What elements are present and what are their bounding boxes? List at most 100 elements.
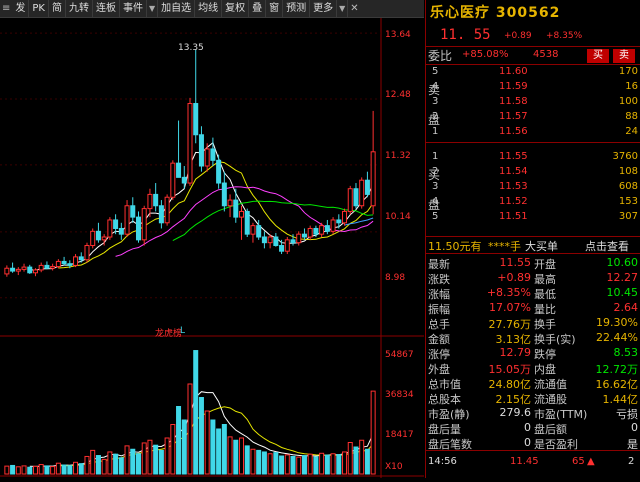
stats-row: 盘后笔数 0 是否盈利 是 — [426, 436, 640, 451]
toolbar-btn-pk[interactable]: PK — [29, 0, 49, 17]
volume-bar — [15, 466, 21, 475]
candle-body — [55, 260, 61, 268]
stat-value: +0.89 — [497, 271, 531, 284]
toolbar-btn-jiuzhuan[interactable]: 九转 — [66, 0, 93, 17]
sell-level-2[interactable]: 2 11.57 88 — [426, 110, 640, 125]
candle-body — [38, 264, 44, 271]
toolbar-btn-shijian[interactable]: 事件 — [120, 0, 147, 17]
tick-vol: 65 — [572, 456, 585, 467]
volume-bar — [27, 466, 33, 475]
stat-label: 最低 — [534, 288, 556, 301]
buy-price: 11.51 — [499, 211, 528, 222]
stat-value: 亏损 — [616, 408, 638, 421]
buy-level-3[interactable]: 3 11.53 608 — [426, 180, 640, 195]
stat-value: 3.13亿 — [495, 333, 532, 346]
order-ratio-row: 委比 +85.08% 4538 买 卖 — [426, 46, 640, 65]
sell-button[interactable]: 卖 — [613, 49, 635, 63]
stat-label: 跌停 — [534, 348, 556, 361]
sell-level-5[interactable]: 5 11.60 170 — [426, 65, 640, 80]
volume-bar — [347, 442, 353, 475]
toolbar-btn-adjust[interactable]: 复权 — [222, 0, 250, 17]
volume-bar — [61, 464, 67, 475]
toolbar-btn-forecast[interactable]: 预测 — [283, 0, 311, 17]
toolbar-btn-fa[interactable]: 发 — [12, 0, 30, 17]
kline-chart[interactable] — [0, 18, 424, 478]
volume-bar — [95, 455, 101, 475]
candle-body — [15, 268, 21, 272]
candle-body — [221, 182, 227, 207]
candle-body — [336, 219, 342, 224]
toolbar-btn-ma[interactable]: 均线 — [195, 0, 223, 17]
chart-area[interactable]: 13.64 12.48 11.32 10.14 8.98 13.35 龙虎榜 L… — [0, 18, 424, 478]
stat-label: 外盘 — [428, 363, 450, 376]
stat-value: 10.60 — [606, 256, 639, 269]
stat-value: 0 — [524, 436, 531, 449]
l-tag: L — [180, 326, 186, 336]
toolbar-btn-more[interactable]: 更多 — [310, 0, 338, 17]
buy-level-2[interactable]: 2 11.54 108 — [426, 165, 640, 180]
toolbar-btn-overlay[interactable]: 叠 — [249, 0, 267, 17]
toolbar-btn-add-watchlist[interactable]: 加自选 — [158, 0, 196, 17]
candle-body — [296, 233, 302, 244]
menu-icon[interactable]: ≡ — [0, 0, 12, 17]
volume-bar — [107, 451, 113, 475]
buy-price: 11.55 — [499, 151, 528, 162]
buy-volume: 608 — [618, 181, 638, 192]
volume-bar — [336, 454, 342, 475]
vol-label-2: 18417 — [385, 430, 414, 440]
buy-level-1[interactable]: 1 11.55 3760 — [426, 150, 640, 165]
lhb-tag[interactable]: 龙虎榜 — [155, 326, 182, 339]
price-change-pct: +8.35% — [546, 31, 583, 41]
order-ratio-label: 委比 — [428, 49, 453, 63]
candle-body — [261, 236, 267, 244]
stat-label: 内盘 — [534, 363, 556, 376]
buy-level-num: 2 — [432, 166, 439, 177]
toolbar-btn-jian[interactable]: 简 — [49, 0, 66, 17]
stat-value: 12.79 — [499, 346, 532, 359]
buy-level-5[interactable]: 5 11.51 307 — [426, 210, 640, 225]
big-buy-row: 11.50元有 ****手 大买单 点击查看 — [426, 238, 640, 254]
volume-bar — [147, 439, 153, 475]
volume-bar — [67, 465, 73, 475]
volume-bar — [313, 456, 319, 475]
sell-price: 11.57 — [499, 111, 528, 122]
volume-bar — [330, 453, 336, 475]
candle-body — [267, 236, 273, 244]
stat-label: 最高 — [534, 273, 556, 286]
more-dropdown-icon[interactable]: ▼ — [337, 0, 349, 17]
sell-volume: 100 — [618, 96, 638, 107]
volume-bar — [210, 419, 216, 475]
buy-level-4[interactable]: 4 11.52 153 — [426, 195, 640, 210]
buy-button[interactable]: 买 — [587, 49, 609, 63]
toolbar-btn-lianban[interactable]: 连板 — [93, 0, 120, 17]
stat-label: 开盘 — [534, 258, 556, 271]
buy-price: 11.54 — [499, 166, 528, 177]
stat-label: 总手 — [428, 318, 450, 331]
y-label-4: 8.98 — [385, 273, 406, 283]
close-icon[interactable]: ✕ — [348, 0, 360, 17]
stat-value: 10.45 — [606, 286, 639, 299]
stat-value: 2.15亿 — [495, 393, 532, 406]
sell-price: 11.59 — [499, 81, 528, 92]
dropdown-arrow-icon[interactable]: ▼ — [147, 0, 159, 17]
buy-volume: 108 — [618, 166, 638, 177]
volume-bar — [32, 465, 38, 475]
candle-body — [319, 225, 325, 235]
sell-level-3[interactable]: 3 11.58 100 — [426, 95, 640, 110]
stat-label: 流通股 — [534, 393, 567, 406]
toolbar-btn-window[interactable]: 窗 — [266, 0, 284, 17]
volume-bar — [118, 457, 124, 475]
toolbar: ≡ 发 PK 简 九转 连板 事件 ▼ 加自选 均线 复权 叠 窗 预测 更多 … — [0, 0, 424, 18]
volume-bar — [364, 448, 370, 475]
volume-bar — [73, 461, 79, 475]
sell-level-1[interactable]: 1 11.56 24 — [426, 125, 640, 140]
view-big-buy-link[interactable]: 点击查看 — [585, 238, 629, 254]
volume-bar — [353, 446, 359, 475]
volume-bar — [124, 445, 130, 475]
candle-body — [342, 210, 348, 224]
stat-label: 流通值 — [534, 378, 567, 391]
volume-bar — [4, 465, 10, 475]
stat-label: 涨跌 — [428, 273, 450, 286]
sell-level-4[interactable]: 4 11.59 16 — [426, 80, 640, 95]
candle-body — [10, 267, 16, 272]
